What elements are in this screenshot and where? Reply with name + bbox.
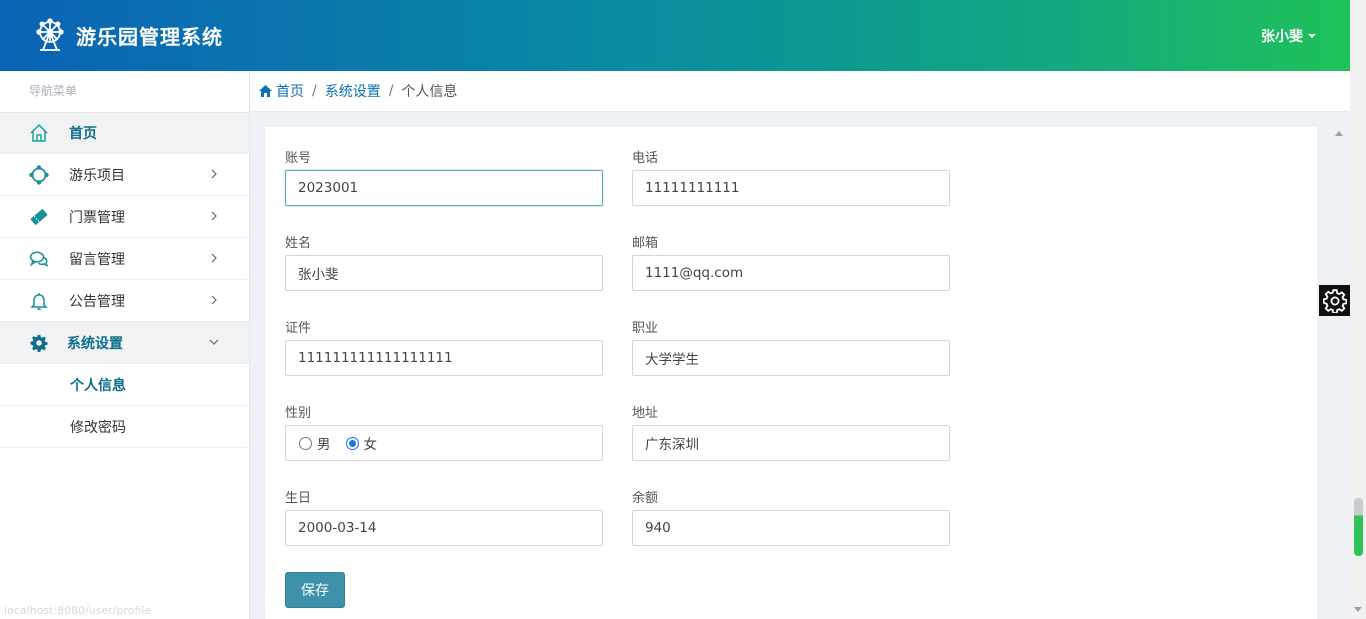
chevron-right-icon xyxy=(211,211,217,221)
breadcrumb-home-link[interactable]: 首页 xyxy=(259,81,304,101)
phone-field-group: 电话 xyxy=(632,149,950,206)
ride-icon xyxy=(29,164,49,185)
inner-scroll-up-arrow[interactable] xyxy=(1335,131,1343,136)
name-label: 姓名 xyxy=(285,236,312,251)
sidebar: 导航菜单 首页 游乐项目 门票管理 留言管理 公告管理 系统设置 个人信息 修改… xyxy=(0,71,250,619)
sidebar-item-rides[interactable]: 游乐项目 xyxy=(0,154,249,196)
status-url: localhost:8080/user/profile xyxy=(4,604,152,617)
occupation-label: 职业 xyxy=(632,321,659,336)
email-input[interactable] xyxy=(632,255,950,291)
phone-input[interactable] xyxy=(632,170,950,206)
chevron-right-icon xyxy=(211,169,217,179)
address-label: 地址 xyxy=(632,406,659,421)
gender-label: 性别 xyxy=(285,406,312,421)
gear-icon xyxy=(1322,288,1347,313)
ticket-icon xyxy=(29,207,49,227)
sidebar-subitem-change-password[interactable]: 修改密码 xyxy=(0,406,249,448)
sidebar-item-messages[interactable]: 留言管理 xyxy=(0,238,249,280)
sidebar-subitem-label: 个人信息 xyxy=(70,377,126,394)
save-button[interactable]: 保存 xyxy=(285,572,345,608)
birthday-input[interactable] xyxy=(285,510,603,546)
home-icon xyxy=(29,123,49,143)
email-field-group: 邮箱 xyxy=(632,234,950,291)
profile-form-card: 账号 电话 姓名 邮箱 证件 职业 性别 男 女 地址 生日 xyxy=(265,127,1317,619)
account-input[interactable] xyxy=(285,170,603,206)
app-title: 游乐园管理系统 xyxy=(76,24,223,49)
home-icon xyxy=(259,85,272,97)
birthday-label: 生日 xyxy=(285,491,312,506)
floating-settings-button[interactable] xyxy=(1319,285,1350,316)
breadcrumb-separator: / xyxy=(312,83,317,99)
ferris-wheel-icon xyxy=(34,18,66,52)
brand[interactable]: 游乐园管理系统 xyxy=(34,18,223,52)
chevron-right-icon xyxy=(211,253,217,263)
occupation-field-group: 职业 xyxy=(632,319,950,376)
birthday-field-group: 生日 xyxy=(285,489,603,546)
balance-label: 余额 xyxy=(632,491,659,506)
balance-input[interactable] xyxy=(632,510,950,546)
sidebar-item-label: 门票管理 xyxy=(69,209,125,226)
id-card-field-group: 证件 xyxy=(285,319,603,376)
gender-radio-male[interactable] xyxy=(299,436,312,450)
address-input[interactable] xyxy=(632,425,950,461)
gender-option-label: 女 xyxy=(363,437,378,453)
gear-icon xyxy=(29,333,49,353)
sidebar-item-label: 公告管理 xyxy=(69,293,125,310)
name-input[interactable] xyxy=(285,255,603,291)
id-card-label: 证件 xyxy=(285,321,312,336)
gender-radio-female[interactable] xyxy=(345,436,359,450)
top-header: 游乐园管理系统 张小斐 xyxy=(0,0,1350,71)
sidebar-item-label: 留言管理 xyxy=(69,251,125,268)
sidebar-item-label: 系统设置 xyxy=(67,335,123,352)
breadcrumb-home-label: 首页 xyxy=(276,84,304,100)
gender-radio-group: 男 女 xyxy=(285,425,603,461)
caret-down-icon xyxy=(1308,34,1316,38)
gender-option-label: 男 xyxy=(317,437,331,453)
user-name: 张小斐 xyxy=(1261,29,1303,45)
address-field-group: 地址 xyxy=(632,404,950,461)
gender-field-group: 性别 男 女 xyxy=(285,404,603,461)
breadcrumb-section-link[interactable]: 系统设置 xyxy=(325,81,381,101)
bell-icon xyxy=(29,291,49,311)
occupation-input[interactable] xyxy=(632,340,950,376)
chevron-down-icon xyxy=(209,339,219,345)
breadcrumb: 首页 / 系统设置 / 个人信息 xyxy=(250,71,1350,112)
sidebar-item-home[interactable]: 首页 xyxy=(0,112,249,154)
chat-icon xyxy=(29,249,49,269)
chevron-right-icon xyxy=(211,295,217,305)
account-label: 账号 xyxy=(285,151,312,166)
page-scroll-down-arrow[interactable] xyxy=(1354,607,1362,612)
account-field-group: 账号 xyxy=(285,149,603,206)
sidebar-subitem-profile[interactable]: 个人信息 xyxy=(0,364,249,406)
breadcrumb-current: 个人信息 xyxy=(401,84,458,100)
id-card-input[interactable] xyxy=(285,340,603,376)
page-scrollbar-thumb[interactable] xyxy=(1354,498,1363,556)
sidebar-item-label: 游乐项目 xyxy=(69,167,125,184)
user-menu[interactable]: 张小斐 xyxy=(1261,26,1316,46)
sidebar-subitem-label: 修改密码 xyxy=(70,419,126,436)
sidebar-item-announcements[interactable]: 公告管理 xyxy=(0,280,249,322)
balance-field-group: 余额 xyxy=(632,489,950,546)
sidebar-item-label: 首页 xyxy=(69,126,97,142)
email-label: 邮箱 xyxy=(632,236,659,251)
nav-header: 导航菜单 xyxy=(29,84,78,98)
sidebar-item-tickets[interactable]: 门票管理 xyxy=(0,196,249,238)
phone-label: 电话 xyxy=(632,151,659,166)
sidebar-item-settings[interactable]: 系统设置 xyxy=(0,322,249,364)
name-field-group: 姓名 xyxy=(285,234,603,291)
breadcrumb-separator: / xyxy=(388,83,394,99)
